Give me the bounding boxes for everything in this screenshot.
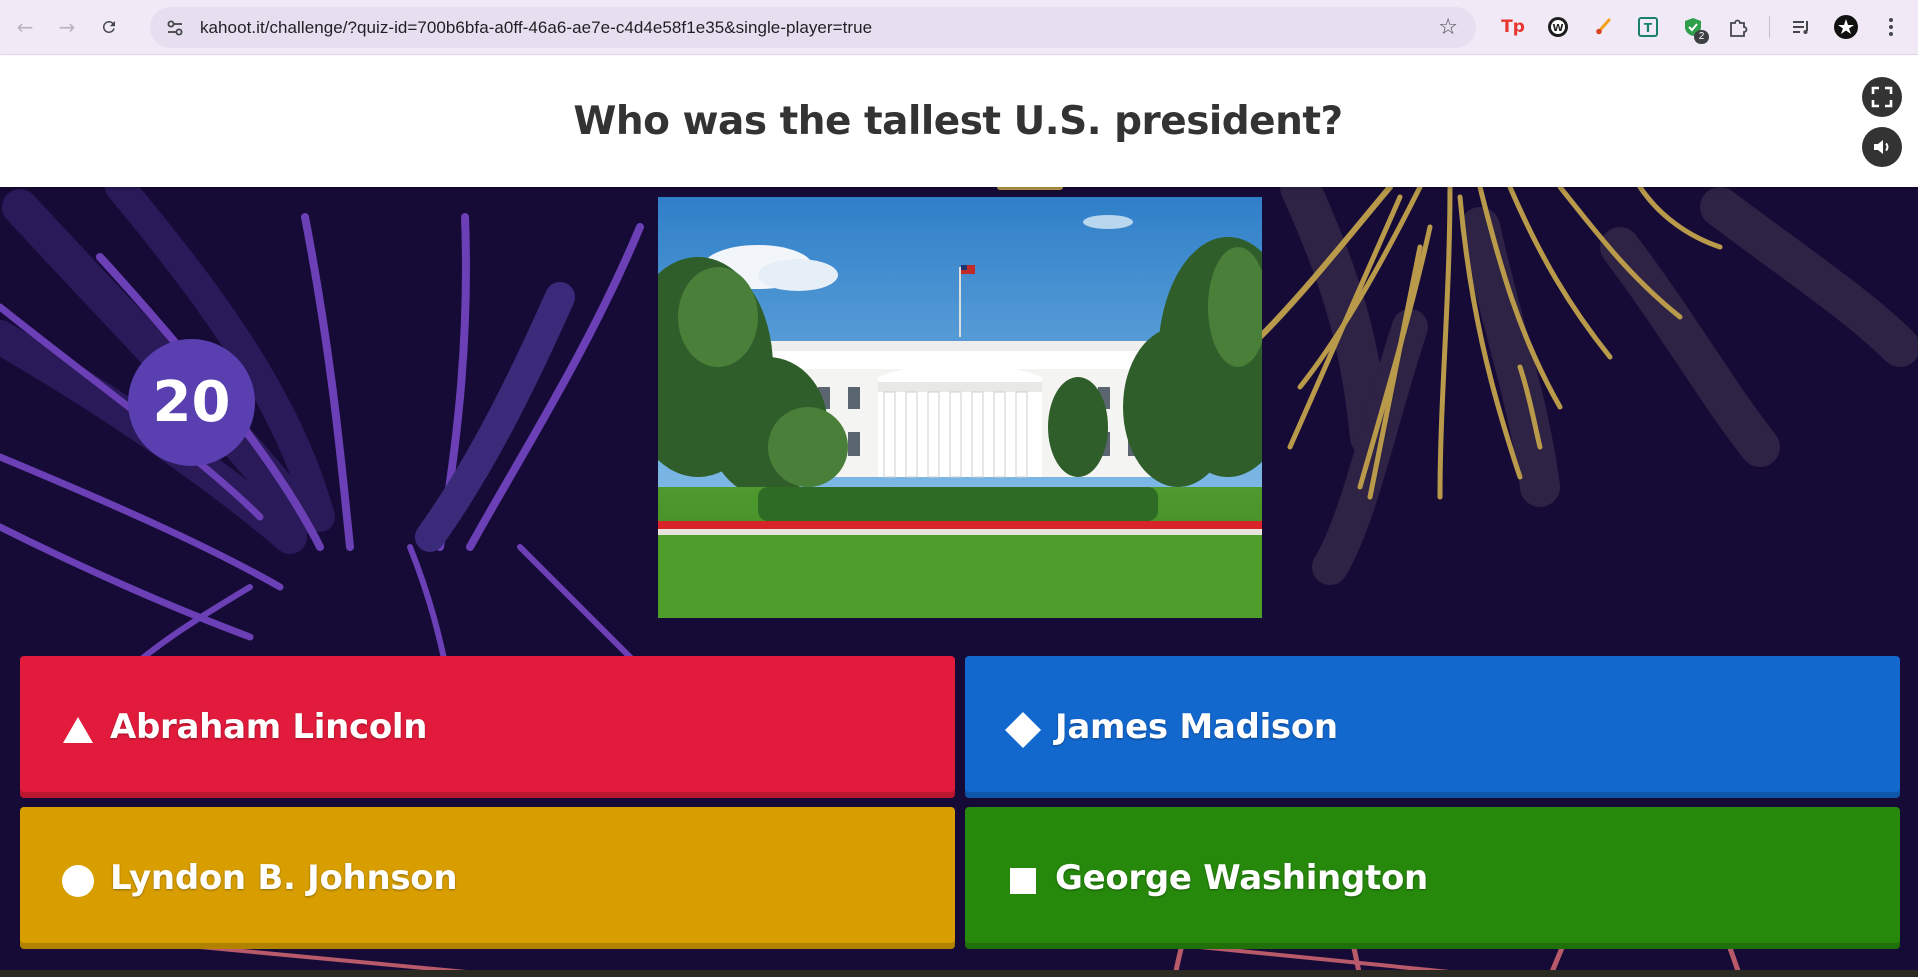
answer-button-blue[interactable]: James Madison (965, 656, 1900, 798)
more-vert-icon (1889, 18, 1893, 36)
extension-w[interactable]: W (1541, 10, 1575, 44)
extension-shield[interactable]: 2 (1676, 10, 1710, 44)
triangle-icon (58, 710, 98, 750)
browser-menu-button[interactable] (1874, 10, 1908, 44)
extensions-area: Tp W T 2 (1496, 10, 1918, 44)
extension-text[interactable]: T (1631, 10, 1665, 44)
answer-label: George Washington (1055, 858, 1428, 898)
square-icon (1003, 861, 1043, 901)
answer-label: Lyndon B. Johnson (110, 858, 458, 898)
paintbrush-icon (1596, 18, 1611, 35)
queue-music-icon (1793, 21, 1808, 34)
toolbar-separator (1769, 16, 1770, 38)
answer-button-red[interactable]: Abraham Lincoln (20, 656, 955, 798)
sound-button[interactable] (1862, 127, 1902, 167)
question-header: Who was the tallest U.S. president? (0, 56, 1918, 187)
bottom-status-strip (0, 970, 1918, 977)
site-info-button[interactable] (162, 15, 188, 41)
reload-icon (102, 20, 115, 33)
tune-icon (167, 20, 183, 35)
reading-list-button[interactable] (1784, 10, 1818, 44)
white-house-image (658, 197, 1262, 618)
svg-text:T: T (1644, 21, 1653, 35)
extensions-menu-button[interactable] (1721, 10, 1755, 44)
address-bar[interactable]: kahoot.it/challenge/?quiz-id=700b6bfa-a0… (150, 7, 1476, 48)
question-title: Who was the tallest U.S. president? (573, 99, 1343, 144)
question-image (658, 197, 1262, 618)
answer-button-green[interactable]: George Washington (965, 807, 1900, 949)
extension-tp[interactable]: Tp (1496, 10, 1530, 44)
timer-seconds: 20 (152, 370, 231, 435)
url-text[interactable]: kahoot.it/challenge/?quiz-id=700b6bfa-a0… (200, 18, 872, 38)
fullscreen-button[interactable] (1862, 77, 1902, 117)
tp-logo-icon: Tp (1501, 17, 1525, 37)
bookmark-star-icon[interactable]: ☆ (1438, 15, 1458, 40)
game-stage: 20 Abraham Lincoln James Madison Lyndon … (0, 187, 1918, 977)
circle-icon (58, 861, 98, 901)
speaker-icon (1874, 140, 1889, 154)
text-box-icon: T (1638, 17, 1658, 37)
svg-text:W: W (1552, 23, 1563, 34)
puzzle-icon (1730, 19, 1748, 37)
avatar-icon (1834, 15, 1858, 39)
w-logo-icon: W (1548, 17, 1568, 37)
back-arrow-icon: ← (16, 15, 34, 39)
profile-avatar[interactable] (1829, 10, 1863, 44)
back-button[interactable]: ← (8, 10, 42, 44)
diamond-icon (1003, 710, 1043, 750)
forward-button[interactable]: → (50, 10, 84, 44)
reload-button[interactable] (92, 10, 126, 44)
forward-arrow-icon: → (58, 15, 76, 39)
answer-button-yellow[interactable]: Lyndon B. Johnson (20, 807, 955, 949)
answer-label: Abraham Lincoln (110, 707, 428, 747)
countdown-timer: 20 (128, 339, 255, 466)
fullscreen-icon (1871, 86, 1893, 108)
extension-badge: 2 (1694, 30, 1709, 44)
answer-label: James Madison (1055, 707, 1338, 747)
extension-brush[interactable] (1586, 10, 1620, 44)
browser-toolbar: ← → kahoot.it/challenge/?quiz-id=700b6bf… (0, 0, 1918, 55)
